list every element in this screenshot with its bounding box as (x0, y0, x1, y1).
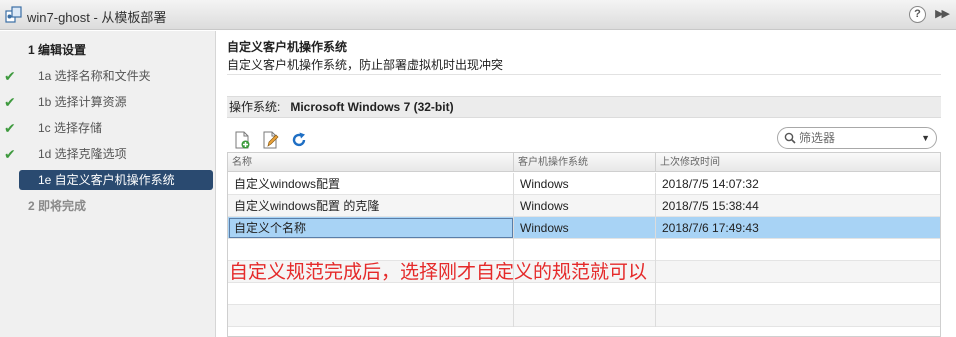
cell-guest-os: Windows (514, 173, 656, 195)
os-value: Microsoft Windows 7 (32-bit) (290, 100, 454, 114)
empty-row (228, 305, 940, 327)
help-icon[interactable]: ? (909, 6, 926, 23)
step-label: 1 编辑设置 (28, 43, 87, 57)
os-label: 操作系统: (229, 100, 281, 114)
page-description: 自定义客户机操作系统，防止部署虚拟机时出现冲突 (227, 58, 504, 72)
column-header-last-modified[interactable]: 上次修改时间 (656, 153, 940, 172)
edit-spec-icon[interactable] (261, 131, 279, 149)
wizard-steps-sidebar: 1 编辑设置 ✔ 1a 选择名称和文件夹 ✔ 1b 选择计算资源 ✔ 1c 选择… (0, 31, 216, 337)
empty-row (228, 283, 940, 305)
os-info-bar: 操作系统: Microsoft Windows 7 (32-bit) (227, 96, 941, 118)
deploy-template-icon (5, 6, 22, 23)
collapse-icon[interactable]: ▶▶ (935, 7, 950, 20)
cell-guest-os: Windows (514, 217, 656, 239)
table-row-selected[interactable]: 自定义个名称 Windows 2018/7/6 17:49:43 (228, 217, 940, 239)
step-label: 1b 选择计算资源 (38, 95, 127, 109)
step-label: 1d 选择克隆选项 (38, 147, 127, 161)
empty-cell (656, 261, 940, 283)
search-icon (784, 132, 796, 144)
title-bar: win7-ghost - 从模板部署 ? ▶▶ (0, 0, 956, 30)
empty-cell (656, 283, 940, 305)
step-customize-guest-os[interactable]: 1e 自定义客户机操作系统 (19, 170, 213, 190)
step-label: 1a 选择名称和文件夹 (38, 69, 151, 83)
step-select-name-folder[interactable]: ✔ 1a 选择名称和文件夹 (0, 66, 214, 86)
table-row[interactable]: 自定义windows配置 的克隆 Windows 2018/7/5 15:38:… (228, 195, 940, 217)
column-header-guest-os[interactable]: 客户机操作系统 (514, 153, 656, 172)
cell-name: 自定义windows配置 的克隆 (228, 195, 514, 217)
step-label: 1e 自定义客户机操作系统 (38, 173, 175, 187)
divider (227, 74, 941, 75)
filter-search-box[interactable]: ▼ (777, 127, 937, 149)
cell-last-modified: 2018/7/5 14:07:32 (662, 177, 759, 191)
empty-cell (514, 283, 656, 305)
empty-cell (228, 305, 514, 327)
chevron-down-icon[interactable]: ▼ (921, 133, 930, 143)
new-spec-icon[interactable] (233, 131, 251, 149)
empty-cell (228, 283, 514, 305)
page-title: 自定义客户机操作系统 (227, 40, 348, 54)
step-select-compute-resource[interactable]: ✔ 1b 选择计算资源 (0, 92, 214, 112)
step-label: 2 即将完成 (28, 199, 87, 213)
check-icon: ✔ (4, 120, 16, 136)
step-select-clone-options[interactable]: ✔ 1d 选择克隆选项 (0, 144, 214, 164)
filter-input[interactable] (799, 130, 917, 146)
column-header-name[interactable]: 名称 (228, 153, 514, 172)
cell-last-modified: 2018/7/6 17:49:43 (662, 221, 759, 235)
empty-cell (656, 239, 940, 261)
step-label: 1c 选择存储 (38, 121, 103, 135)
customization-spec-table: 名称 客户机操作系统 上次修改时间 自定义windows配置 Windows 2… (227, 152, 941, 337)
empty-cell (656, 305, 940, 327)
cell-name: 自定义windows配置 (228, 173, 514, 195)
main-panel: 自定义客户机操作系统 自定义客户机操作系统，防止部署虚拟机时出现冲突 操作系统:… (217, 31, 956, 337)
step-ready-to-complete: 2 即将完成 (0, 196, 86, 216)
refresh-icon[interactable] (290, 131, 308, 149)
table-header: 名称 客户机操作系统 上次修改时间 (228, 153, 940, 172)
check-icon: ✔ (4, 146, 16, 162)
cell-guest-os: Windows (514, 195, 656, 217)
check-icon: ✔ (4, 94, 16, 110)
empty-cell (514, 305, 656, 327)
step-select-storage[interactable]: ✔ 1c 选择存储 (0, 118, 214, 138)
annotation-text: 自定义规范完成后，选择刚才自定义的规范就可以 (229, 262, 648, 283)
cell-name: 自定义个名称 (228, 217, 514, 239)
cell-last-modified: 2018/7/5 15:38:44 (662, 199, 759, 213)
table-row[interactable]: 自定义windows配置 Windows 2018/7/5 14:07:32 (228, 173, 940, 195)
step-edit-settings: 1 编辑设置 (0, 40, 86, 60)
check-icon: ✔ (4, 68, 16, 84)
window-title: win7-ghost - 从模板部署 (27, 10, 167, 25)
